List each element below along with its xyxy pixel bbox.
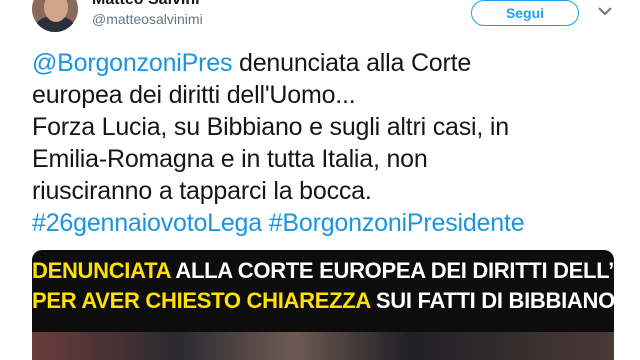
follow-button[interactable]: Segui xyxy=(471,0,579,26)
media-caption-line-1: DENUNCIATA ALLA CORTE EUROPEA DEI DIRITT… xyxy=(32,256,614,286)
tweet: Matteo Salvini @matteosalvinimi Segui @B… xyxy=(0,0,640,360)
chevron-down-icon[interactable] xyxy=(596,2,614,20)
caption-text: ALLA CORTE EUROPEA DEI DIRITTI DELL’UOMO xyxy=(175,258,614,283)
caption-highlight: PER AVER CHIESTO CHIAREZZA xyxy=(32,288,371,313)
tweet-line-5: riusciranno a tapparci la bocca. xyxy=(32,177,372,205)
user-handle[interactable]: @matteosalvinimi xyxy=(92,11,203,27)
tweet-line-3: Forza Lucia, su Bibbiano e sugli altri c… xyxy=(32,113,509,141)
media-caption: DENUNCIATA ALLA CORTE EUROPEA DEI DIRITT… xyxy=(32,256,614,316)
tweet-line-6: #26gennaiovotoLega #BorgonzoniPresidente xyxy=(32,207,632,239)
avatar[interactable] xyxy=(32,0,78,32)
caption-highlight: DENUNCIATA xyxy=(32,258,171,283)
tweet-text-segment: denunciata alla Corte xyxy=(232,49,472,77)
tweet-text: @BorgonzoniPres denunciata alla Corte eu… xyxy=(32,47,632,239)
mention-link[interactable]: @BorgonzoniPres xyxy=(32,49,232,77)
media-caption-line-2: PER AVER CHIESTO CHIAREZZA SUI FATTI DI … xyxy=(32,286,614,316)
hashtag-link[interactable]: #BorgonzoniPresidente xyxy=(269,209,525,237)
caption-text: SUI FATTI DI BIBBIANO xyxy=(370,288,614,313)
display-name[interactable]: Matteo Salvini xyxy=(92,0,200,9)
tweet-media-image[interactable]: DENUNCIATA ALLA CORTE EUROPEA DEI DIRITT… xyxy=(32,250,614,360)
media-photo-strip xyxy=(32,332,614,360)
tweet-line-1: @BorgonzoniPres denunciata alla Corte xyxy=(32,47,632,79)
tweet-line-2: europea dei diritti dell'Uomo... xyxy=(32,81,356,109)
hashtag-link[interactable]: #26gennaiovotoLega xyxy=(32,209,262,237)
tweet-line-4: Emilia-Romagna e in tutta Italia, non xyxy=(32,145,428,173)
